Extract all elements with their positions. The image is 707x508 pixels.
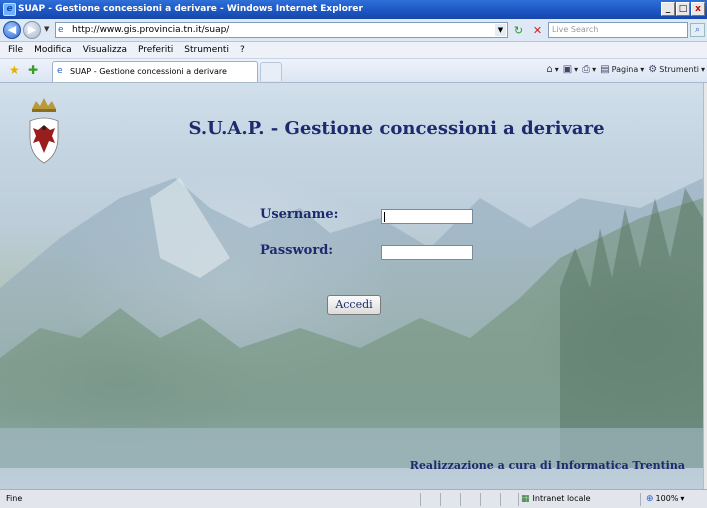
- status-divider: [518, 493, 519, 506]
- search-placeholder: Live Search: [552, 25, 599, 34]
- page-icon: ▤: [600, 64, 610, 75]
- page-favicon-icon: e: [58, 25, 64, 35]
- search-icon[interactable]: ⌕: [690, 23, 705, 37]
- minimize-button[interactable]: _: [661, 2, 675, 16]
- home-icon: ⌂: [546, 64, 553, 75]
- menu-visualizza[interactable]: Visualizza: [83, 43, 127, 58]
- zone-label: Intranet locale: [532, 494, 591, 503]
- new-tab-button[interactable]: [260, 62, 282, 81]
- status-text: Fine: [6, 494, 23, 503]
- password-input[interactable]: [382, 246, 472, 259]
- url-text: http://www.gis.provincia.tn.it/suap/: [72, 25, 230, 35]
- ie-icon: e: [3, 3, 16, 16]
- add-favorites-icon[interactable]: ✚: [28, 63, 38, 77]
- page-menu-label: Pagina: [611, 65, 639, 74]
- command-bar: ⌂ ▾ ▣ ▾ ⎙ ▾ ▤ Pagina ▾ ⚙ Strumenti ▾: [546, 64, 705, 75]
- stop-icon[interactable]: ✕: [530, 23, 545, 38]
- menu-preferiti[interactable]: Preferiti: [138, 43, 173, 58]
- url-dropdown-button[interactable]: ▼: [495, 24, 506, 36]
- page-title: S.U.A.P. - Gestione concessioni a deriva…: [188, 118, 605, 139]
- back-button[interactable]: ◀: [3, 21, 21, 39]
- username-input[interactable]: [382, 210, 472, 223]
- vertical-scrollbar[interactable]: [703, 83, 707, 489]
- tab-label: SUAP - Gestione concessioni a derivare: [70, 67, 227, 76]
- window-titlebar: e SUAP - Gestione concessioni a derivare…: [0, 0, 707, 19]
- zoom-level: 100%: [655, 494, 679, 503]
- menu-strumenti[interactable]: Strumenti: [184, 43, 229, 58]
- feeds-button[interactable]: ▣ ▾: [563, 64, 578, 75]
- security-zone[interactable]: ▦ Intranet locale: [521, 493, 591, 505]
- text-caret: [384, 212, 385, 222]
- status-bar: Fine ▦ Intranet locale ⊕ 100% ▾: [0, 489, 707, 508]
- refresh-icon[interactable]: ↻: [511, 23, 526, 38]
- maximize-button[interactable]: □: [676, 2, 690, 16]
- status-divider: [460, 493, 461, 506]
- address-toolbar: ◀ ▶ ▼ e http://www.gis.provincia.tn.it/s…: [0, 19, 707, 42]
- print-button[interactable]: ⎙ ▾: [582, 64, 596, 75]
- status-divider: [440, 493, 441, 506]
- search-input[interactable]: Live Search: [548, 22, 688, 38]
- zoom-dropdown-icon: ▾: [680, 494, 685, 503]
- tools-menu-label: Strumenti: [659, 65, 699, 74]
- close-button[interactable]: x: [691, 2, 705, 16]
- zoom-icon: ⊕: [646, 494, 654, 504]
- print-icon: ⎙: [582, 64, 591, 75]
- favorites-star-icon[interactable]: ★: [9, 63, 20, 77]
- window-title: SUAP - Gestione concessioni a derivare -…: [18, 4, 363, 14]
- tab-suap[interactable]: e SUAP - Gestione concessioni a derivare: [52, 61, 258, 82]
- tools-icon: ⚙: [648, 64, 658, 75]
- status-divider: [420, 493, 421, 506]
- status-divider: [640, 493, 641, 506]
- menu-help[interactable]: ?: [240, 43, 245, 58]
- feeds-icon: ▣: [562, 64, 573, 75]
- menu-file[interactable]: File: [8, 43, 23, 58]
- tab-favicon-icon: e: [57, 66, 63, 76]
- login-button[interactable]: Accedi: [327, 295, 381, 315]
- recent-pages-dropdown[interactable]: ▼: [44, 25, 49, 33]
- page-menu-button[interactable]: ▤ Pagina ▾: [600, 64, 644, 75]
- home-button[interactable]: ⌂ ▾: [546, 64, 558, 75]
- url-field[interactable]: e http://www.gis.provincia.tn.it/suap/ ▼: [55, 22, 508, 38]
- tools-menu-button[interactable]: ⚙ Strumenti ▾: [648, 64, 705, 75]
- username-label: Username:: [260, 207, 339, 222]
- status-divider: [500, 493, 501, 506]
- menu-modifica[interactable]: Modifica: [34, 43, 72, 58]
- zoom-control[interactable]: ⊕ 100% ▾: [646, 493, 684, 505]
- forward-button[interactable]: ▶: [23, 21, 41, 39]
- window-controls: _ □ x: [661, 2, 705, 16]
- page-content: S.U.A.P. - Gestione concessioni a deriva…: [0, 83, 703, 489]
- menu-bar: File Modifica Visualizza Preferiti Strum…: [0, 42, 707, 59]
- username-field[interactable]: [381, 209, 473, 224]
- tab-bar: ★ ✚ e SUAP - Gestione concessioni a deri…: [0, 59, 707, 83]
- password-label: Password:: [260, 243, 334, 258]
- credit-text: Realizzazione a cura di Informatica Tren…: [409, 459, 685, 472]
- intranet-zone-icon: ▦: [521, 494, 530, 504]
- status-divider: [480, 493, 481, 506]
- password-field[interactable]: [381, 245, 473, 260]
